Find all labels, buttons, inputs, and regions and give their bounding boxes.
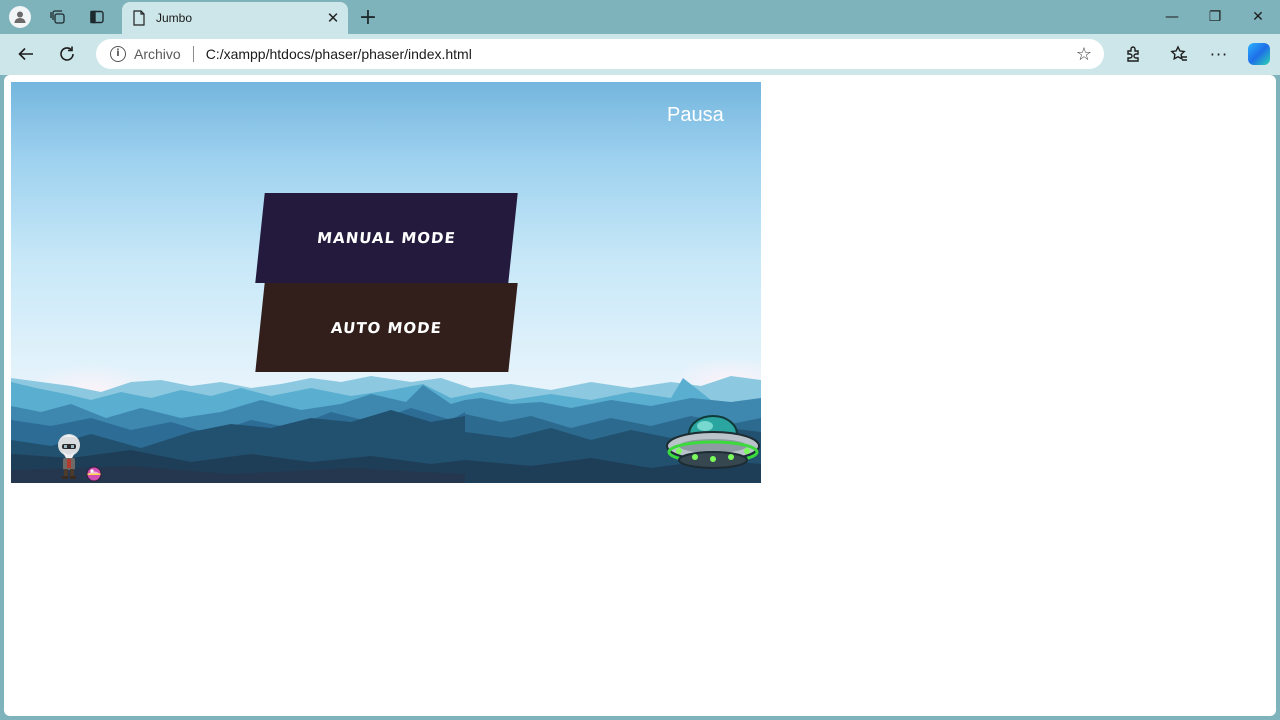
player-character — [58, 434, 80, 479]
refresh-icon[interactable] — [52, 40, 82, 68]
tab-actions-icon[interactable] — [84, 5, 110, 29]
browser-toolbar: i Archivo C:/xampp/htdocs/phaser/phaser/… — [0, 34, 1280, 75]
tab-strip: Jumbo ✕ + — ❐ ✕ — [0, 0, 1280, 34]
info-icon[interactable]: i — [110, 46, 126, 62]
manual-mode-button[interactable]: MANUAL MODE — [255, 193, 518, 283]
active-tab[interactable]: Jumbo ✕ — [122, 2, 348, 34]
restore-button[interactable]: ❐ — [1195, 4, 1235, 30]
new-tab-button[interactable]: + — [355, 5, 381, 30]
minimize-button[interactable]: — — [1152, 4, 1192, 30]
favorites-icon[interactable] — [1164, 40, 1194, 68]
more-icon[interactable]: ··· — [1204, 40, 1234, 68]
url-text[interactable]: C:/xampp/htdocs/phaser/phaser/index.html — [206, 46, 1076, 62]
profile-icon[interactable] — [7, 5, 33, 29]
close-window-button[interactable]: ✕ — [1238, 4, 1278, 30]
tab-close-icon[interactable]: ✕ — [322, 9, 344, 27]
page-icon — [133, 10, 145, 26]
game-canvas[interactable]: Pausa MANUAL MODE AUTO MODE — [11, 82, 761, 483]
star-icon[interactable]: ☆ — [1076, 44, 1092, 65]
pause-button[interactable]: Pausa — [667, 104, 724, 127]
workspaces-icon[interactable] — [45, 5, 71, 29]
extensions-icon[interactable] — [1118, 40, 1148, 68]
pink-orb — [86, 466, 102, 482]
back-arrow-icon[interactable] — [11, 40, 41, 68]
auto-mode-label: AUTO MODE — [330, 318, 443, 337]
address-bar[interactable]: i Archivo C:/xampp/htdocs/phaser/phaser/… — [96, 39, 1104, 69]
tab-title: Jumbo — [156, 11, 193, 25]
manual-mode-label: MANUAL MODE — [316, 229, 457, 247]
ufo-enemy — [666, 415, 760, 469]
security-label[interactable]: Archivo — [134, 46, 181, 62]
address-separator — [192, 46, 194, 62]
auto-mode-button[interactable]: AUTO MODE — [255, 283, 518, 372]
copilot-icon[interactable] — [1244, 40, 1274, 68]
